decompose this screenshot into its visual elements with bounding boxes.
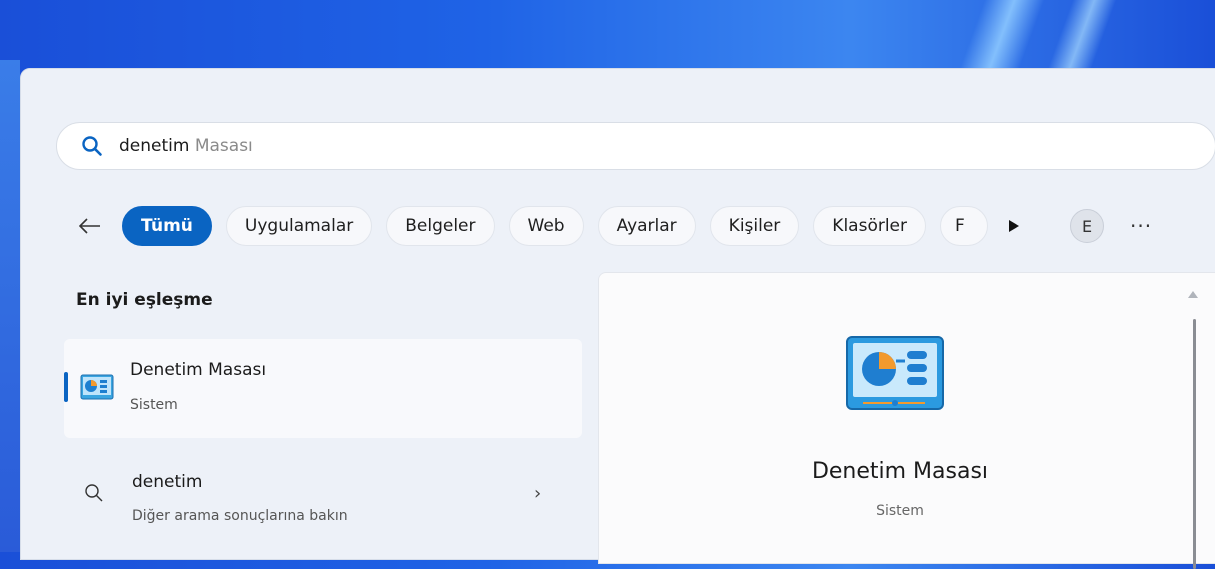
chevron-right-icon: ›: [534, 483, 542, 504]
wallpaper-left-edge: [0, 60, 20, 552]
search-typed-text: denetim: [119, 136, 190, 156]
web-search-result[interactable]: denetim Diğer arama sonuçlarına bakın ›: [64, 455, 582, 535]
tab-web[interactable]: Web: [508, 206, 584, 246]
scrollbar[interactable]: [1193, 319, 1196, 569]
scroll-up-icon[interactable]: [1188, 291, 1198, 298]
search-input[interactable]: denetim Masası: [56, 122, 1215, 170]
result-subtitle: Sistem: [130, 397, 178, 413]
tab-tumu[interactable]: Tümü: [122, 206, 212, 246]
search-icon: [84, 483, 104, 507]
more-options-button[interactable]: ···: [1130, 214, 1152, 238]
tab-kisiler[interactable]: Kişiler: [709, 206, 800, 246]
detail-pane: Denetim Masası Sistem: [598, 272, 1215, 569]
search-icon: [79, 133, 105, 159]
section-title-best-match: En iyi eşleşme: [76, 290, 213, 310]
best-match-result[interactable]: Denetim Masası Sistem: [64, 339, 582, 438]
filter-bar: Tümü Uygulamalar Belgeler Web Ayarlar Ki…: [70, 204, 1210, 248]
tab-ayarlar[interactable]: Ayarlar: [597, 206, 696, 246]
result-title: Denetim Masası: [130, 360, 267, 380]
search-suggestion-text: Masası: [189, 136, 253, 156]
web-search-subtitle: Diğer arama sonuçlarına bakın: [132, 508, 348, 524]
detail-title: Denetim Masası: [811, 459, 989, 484]
selection-indicator: [64, 372, 68, 402]
detail-subtitle: Sistem: [876, 503, 924, 519]
tab-klasorler[interactable]: Klasörler: [813, 206, 927, 246]
avatar[interactable]: E: [1070, 209, 1105, 243]
search-query: denetim Masası: [119, 136, 253, 156]
tab-truncated[interactable]: F: [940, 206, 989, 246]
tab-uygulamalar[interactable]: Uygulamalar: [225, 206, 373, 246]
back-arrow-icon[interactable]: [70, 206, 110, 246]
control-panel-icon: [80, 374, 114, 406]
control-panel-icon: [845, 335, 945, 417]
play-scroll-icon[interactable]: [994, 206, 1034, 246]
tab-belgeler[interactable]: Belgeler: [386, 206, 495, 246]
web-search-title: denetim: [132, 472, 203, 492]
